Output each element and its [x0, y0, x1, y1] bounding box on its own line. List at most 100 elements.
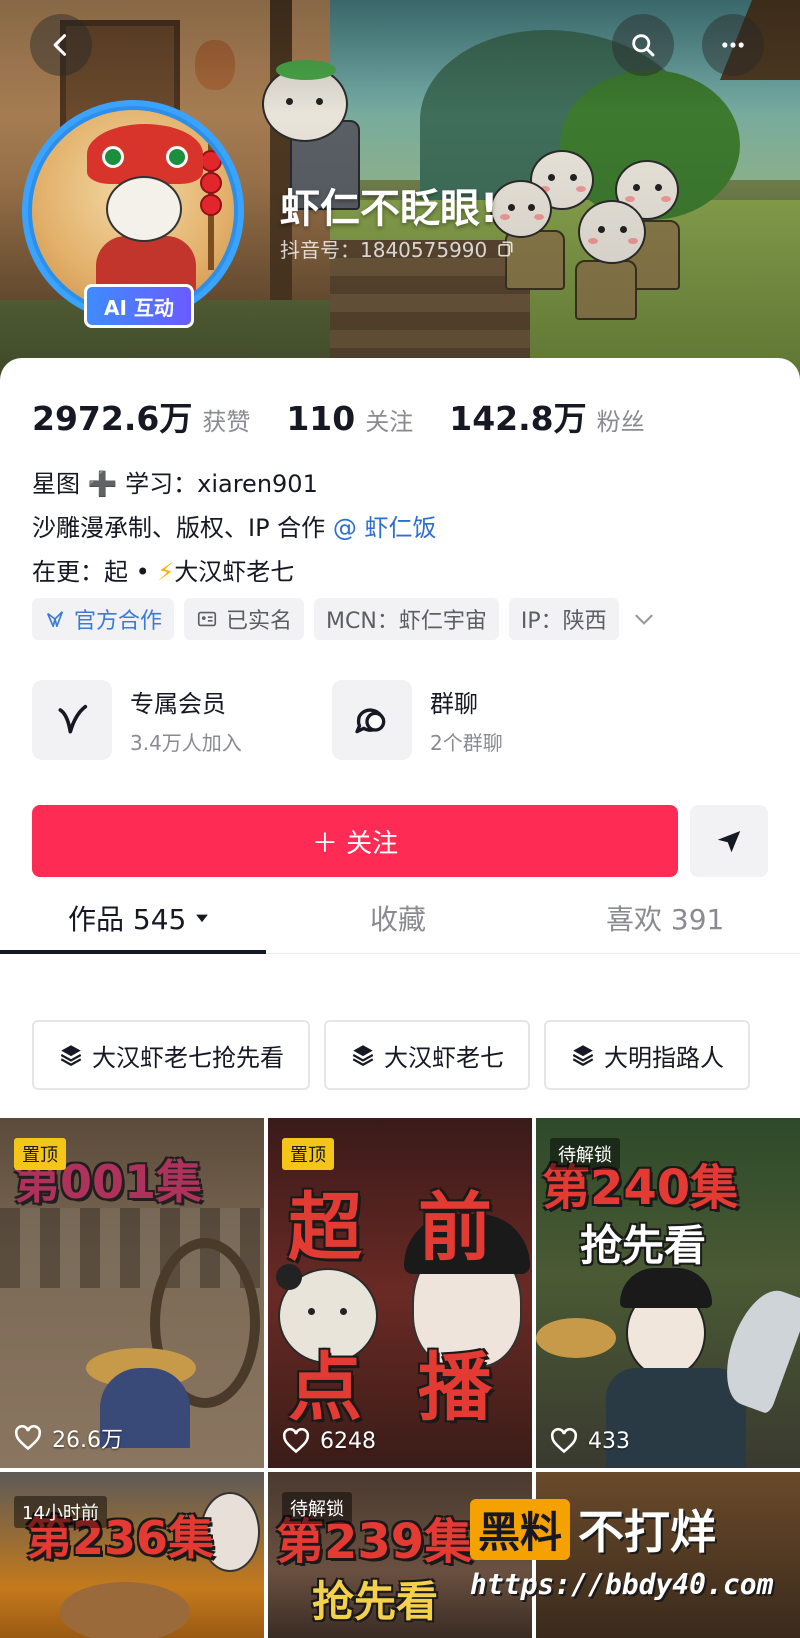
time-badge: 14小时前 [14, 1496, 107, 1528]
thumb-hat [536, 1318, 616, 1358]
douyin-id-text: 抖音号：1840575990 [280, 238, 488, 262]
content-tabs: 作品 545 收藏 喜欢 391 [0, 888, 800, 954]
bio-line: 在更：起 • ⚡大汉虾老七 [32, 550, 436, 594]
layers-icon [60, 1045, 82, 1066]
video-thumbnail[interactable]: 第001集 置顶 26.6万 [0, 1118, 264, 1468]
tab-works[interactable]: 作品 545 [68, 898, 212, 938]
video-subtitle: 抢先看 [580, 1221, 707, 1270]
video-title-char: 前 [418, 1185, 492, 1271]
share-button[interactable] [690, 805, 768, 877]
avatar-face [106, 176, 182, 242]
stat-followers[interactable]: 142.8万 粉丝 [449, 392, 644, 440]
id-card-icon [197, 611, 217, 627]
like-count-text: 26.6万 [52, 1428, 123, 1453]
service-title: 群聊 [430, 690, 478, 718]
tag-label: IP：陕西 [520, 609, 607, 634]
video-title-char: 超 [288, 1185, 362, 1271]
ai-interaction-badge[interactable]: AI 互动 [84, 284, 194, 328]
douyin-id[interactable]: 抖音号：1840575990 [280, 234, 515, 263]
video-subtitle: 抢先看 [312, 1577, 439, 1626]
expand-tags-button[interactable] [629, 604, 659, 634]
locked-badge: 待解锁 [282, 1492, 352, 1524]
tab-label: 收藏 [370, 903, 427, 936]
collection-item[interactable]: 大明指路人 [544, 1020, 750, 1090]
bio-text: 在更：起 • [32, 558, 158, 586]
service-subtitle: 2个群聊 [430, 731, 503, 755]
stats-row: 2972.6万 获赞 110 关注 142.8万 粉丝 [32, 392, 645, 440]
tag-verified-name[interactable]: 已实名 [184, 598, 305, 640]
copy-icon[interactable] [495, 239, 515, 259]
layers-icon [352, 1045, 374, 1066]
stat-following[interactable]: 110 关注 [286, 399, 413, 438]
service-title: 专属会员 [130, 690, 226, 718]
bio-line: 沙雕漫承制、版权、IP 合作 @ 虾仁饭 [32, 506, 436, 550]
pinned-badge: 置顶 [14, 1138, 66, 1170]
locked-badge: 待解锁 [550, 1138, 620, 1170]
send-icon [717, 831, 741, 853]
avatar-berry [200, 150, 222, 172]
collection-label: 大明指路人 [604, 1043, 724, 1072]
search-icon [632, 34, 655, 57]
watermark-overlay: 黑料 不打烊 https://bbdy40.com [470, 1496, 790, 1601]
tab-label: 喜欢 391 [606, 903, 725, 936]
group-chat-icon-box [332, 680, 412, 760]
more-dots-icon [722, 42, 744, 48]
video-title-char: 播 [418, 1345, 492, 1431]
video-title-char: 点 [288, 1345, 362, 1431]
membership-icon-box [32, 680, 112, 760]
profile-cover: AI 互动 虾仁不眨眼! 抖音号：1840575990 [0, 0, 800, 380]
heart-icon [282, 1428, 310, 1454]
official-icon [46, 611, 64, 628]
back-button[interactable] [30, 14, 92, 76]
tag-ip-location: IP：陕西 [508, 598, 619, 640]
mention-link[interactable]: @ 虾仁饭 [333, 514, 437, 542]
tab-label: 作品 545 [68, 903, 187, 936]
service-subtitle: 3.4万人加入 [130, 731, 242, 755]
stat-label: 获赞 [202, 408, 251, 436]
collection-item[interactable]: 大汉虾老七抢先看 [32, 1020, 310, 1090]
lightning-icon: ⚡ [157, 558, 175, 586]
stat-value: 142.8万 [449, 399, 587, 438]
group-chat-entry[interactable]: 群聊 2个群聊 [332, 680, 592, 760]
tag-label: MCN：虾仁宇宙 [326, 609, 487, 634]
like-count-text: 433 [588, 1428, 630, 1454]
stat-likes[interactable]: 2972.6万 获赞 [32, 392, 250, 440]
avatar-lion-eye [166, 146, 188, 168]
avatar-lion-eye [102, 146, 124, 168]
search-button[interactable] [612, 14, 674, 76]
heart-icon [550, 1428, 578, 1454]
tag-label: 已实名 [226, 609, 293, 634]
watermark-tag: 黑料 [470, 1498, 571, 1560]
pinned-badge: 置顶 [282, 1138, 334, 1170]
stat-value: 110 [286, 399, 356, 438]
video-thumbnail[interactable]: 第236集 14小时前 [0, 1472, 264, 1638]
tag-official-cooperation[interactable]: 官方合作 [32, 598, 175, 640]
more-button[interactable] [702, 14, 764, 76]
active-tab-indicator [0, 950, 266, 954]
caret-down-icon [196, 914, 209, 923]
bio-line: 星图 ➕ 学习：xiaren901 [32, 470, 318, 498]
video-thumbnail[interactable]: 第240集 抢先看 待解锁 433 [536, 1118, 800, 1468]
avatar-image [32, 110, 234, 312]
follow-button[interactable]: ＋ 关注 [32, 805, 678, 877]
watermark-url: https://bbdy40.com [470, 1568, 774, 1601]
tab-favorites[interactable]: 收藏 [370, 898, 426, 938]
video-thumbnail[interactable]: 超 前 点 播 置顶 6248 [268, 1118, 532, 1468]
tag-mcn[interactable]: MCN：虾仁宇宙 [314, 598, 499, 640]
tab-likes[interactable]: 喜欢 391 [606, 898, 724, 938]
bio-text: 大汉虾老七 [174, 558, 295, 586]
chevron-left-icon [53, 34, 67, 56]
bio: 星图 ➕ 学习：xiaren901 沙雕漫承制、版权、IP 合作 @ 虾仁饭 在… [32, 462, 436, 594]
exclusive-membership-entry[interactable]: 专属会员 3.4万人加入 [32, 680, 292, 760]
bio-text: 沙雕漫承制、版权、IP 合作 [32, 514, 333, 542]
stat-label: 粉丝 [596, 408, 645, 436]
membership-v-icon [58, 704, 88, 734]
heart-icon [14, 1425, 42, 1451]
stat-value: 2972.6万 [32, 399, 193, 438]
nickname: 虾仁不眨眼! [280, 186, 499, 232]
like-count-text: 6248 [320, 1428, 376, 1454]
avatar-berry [200, 172, 222, 194]
tag-label: 官方合作 [74, 609, 163, 634]
collection-item[interactable]: 大汉虾老七 [324, 1020, 530, 1090]
group-chat-icon [355, 708, 386, 734]
